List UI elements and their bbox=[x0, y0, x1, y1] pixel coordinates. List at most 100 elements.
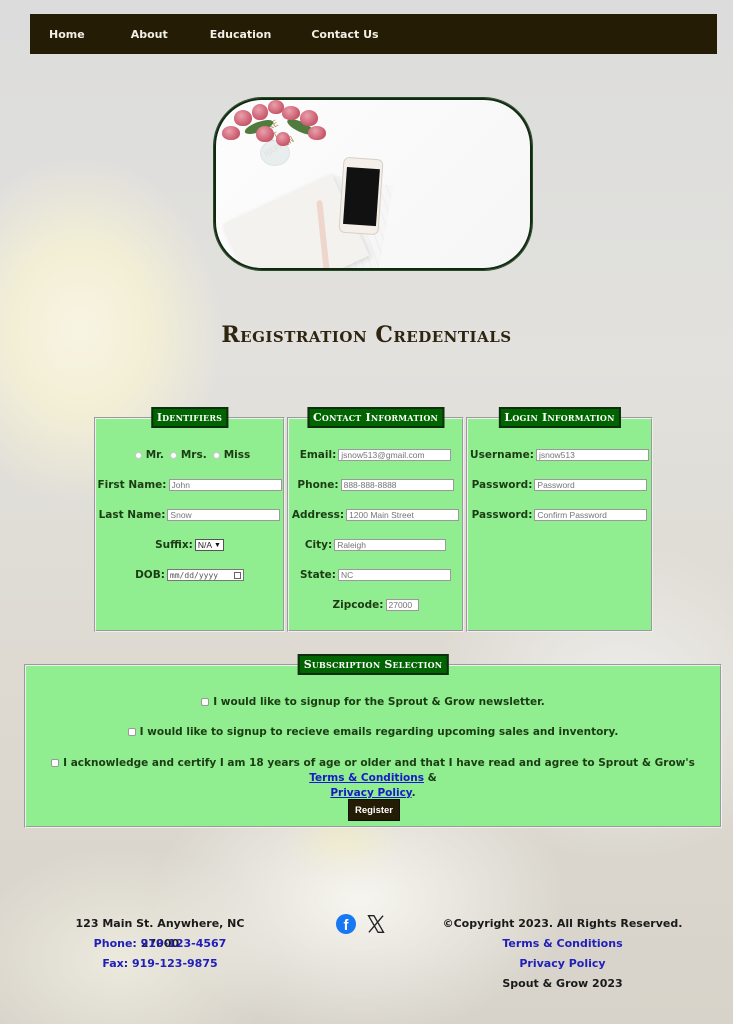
login-panel: Login Information Username: Password: Pa… bbox=[466, 407, 653, 632]
hero-image: MAKEITHAPPEN bbox=[214, 98, 532, 270]
city-row: City: bbox=[289, 539, 462, 551]
subscription-legend: Subscription Selection bbox=[297, 654, 449, 675]
zipcode-label: Zipcode: bbox=[332, 599, 384, 611]
state-input[interactable] bbox=[338, 569, 451, 581]
first-name-row: First Name: bbox=[96, 479, 283, 491]
nav-education[interactable]: Education bbox=[210, 28, 272, 41]
radio-mr-label: Mr. bbox=[145, 449, 164, 461]
email-row: Email: bbox=[289, 449, 462, 461]
phone-label: Phone: bbox=[297, 479, 339, 491]
dob-label: DOB: bbox=[135, 569, 165, 581]
identifiers-panel: Identifiers Mr. Mrs. Miss First Name: La… bbox=[94, 407, 285, 632]
nav-home[interactable]: Home bbox=[49, 28, 85, 41]
footer-phone-link[interactable]: Phone: 919-123-4567 bbox=[55, 934, 265, 954]
tulip-bouquet bbox=[216, 100, 336, 170]
phone-input[interactable] bbox=[340, 479, 454, 491]
address-label: Address: bbox=[291, 509, 345, 521]
terms-link[interactable]: Terms & Conditions bbox=[309, 772, 424, 784]
contact-legend: Contact Information bbox=[306, 407, 445, 428]
footer-privacy-link[interactable]: Privacy Policy bbox=[440, 954, 685, 974]
footer-contact: 123 Main St. Anywhere, NC 27000 Phone: 9… bbox=[55, 914, 265, 974]
email-label: Email: bbox=[299, 449, 337, 461]
newsletter-row: I would like to signup for the Sprout & … bbox=[26, 696, 720, 708]
radio-mr[interactable] bbox=[134, 451, 142, 459]
chevron-down-icon: ▼ bbox=[213, 541, 221, 549]
contact-panel: Contact Information Email: Phone: Addres… bbox=[287, 407, 464, 632]
first-name-label: First Name: bbox=[97, 479, 167, 491]
password-row: Password: bbox=[468, 479, 651, 491]
register-button[interactable]: Register bbox=[348, 799, 400, 821]
suffix-row: Suffix: N/A ▼ bbox=[96, 539, 283, 551]
username-label: Username: bbox=[470, 449, 534, 461]
dob-input[interactable]: mm/dd/yyyy bbox=[166, 569, 244, 581]
radio-mrs-label: Mrs. bbox=[180, 449, 207, 461]
privacy-link[interactable]: Privacy Policy bbox=[330, 787, 411, 799]
confirm-password-label: Password: bbox=[471, 509, 533, 521]
acknowledge-row: I acknowledge and certify I am 18 years … bbox=[26, 756, 720, 801]
identifiers-legend: Identifiers bbox=[150, 407, 229, 428]
footer-fax-link[interactable]: Fax: 919-123-9875 bbox=[55, 954, 265, 974]
nav-contact-us[interactable]: Contact Us bbox=[311, 28, 378, 41]
dob-row: DOB: mm/dd/yyyy bbox=[96, 569, 283, 581]
facebook-icon[interactable]: f bbox=[336, 914, 356, 934]
address-row: Address: bbox=[289, 509, 462, 521]
city-input[interactable] bbox=[334, 539, 447, 551]
page-title: Registration Credentials bbox=[221, 322, 512, 348]
email-input[interactable] bbox=[338, 449, 452, 461]
state-label: State: bbox=[299, 569, 336, 581]
suffix-label: Suffix: bbox=[155, 539, 193, 551]
footer-address: 123 Main St. Anywhere, NC 27000 bbox=[75, 917, 245, 950]
tulip bbox=[308, 126, 326, 140]
ampersand: & bbox=[427, 772, 437, 784]
address-input[interactable] bbox=[346, 509, 460, 521]
confirm-password-input[interactable] bbox=[534, 509, 648, 521]
confirm-password-row: Password: bbox=[468, 509, 651, 521]
tulip bbox=[300, 110, 318, 126]
dob-placeholder: mm/dd/yyyy bbox=[169, 570, 219, 580]
sales-emails-row: I would like to signup to recieve emails… bbox=[26, 726, 720, 738]
footer-brand: Spout & Grow 2023 bbox=[502, 977, 623, 990]
sales-emails-label: I would like to signup to recieve emails… bbox=[139, 726, 619, 738]
phone-screen bbox=[343, 166, 380, 227]
radio-miss[interactable] bbox=[212, 451, 220, 459]
username-row: Username: bbox=[468, 449, 651, 461]
social-links: f bbox=[336, 913, 386, 935]
phone-row: Phone: bbox=[289, 479, 462, 491]
phone bbox=[338, 156, 384, 236]
tulip bbox=[252, 104, 268, 120]
tulip bbox=[256, 126, 274, 142]
last-name-label: Last Name: bbox=[98, 509, 166, 521]
footer-legal: ©Copyright 2023. All Rights Reserved. Te… bbox=[440, 914, 685, 994]
calendar-icon[interactable] bbox=[233, 571, 241, 579]
suffix-selected-value: N/A bbox=[197, 540, 212, 550]
acknowledge-label: I acknowledge and certify I am 18 years … bbox=[63, 757, 695, 769]
city-label: City: bbox=[304, 539, 333, 551]
tulip bbox=[276, 132, 290, 146]
password-label: Password: bbox=[471, 479, 533, 491]
radio-mrs[interactable] bbox=[169, 451, 177, 459]
tulip bbox=[234, 110, 252, 126]
tulip bbox=[282, 106, 300, 120]
username-input[interactable] bbox=[535, 449, 649, 461]
last-name-input[interactable] bbox=[167, 509, 281, 521]
password-input[interactable] bbox=[534, 479, 648, 491]
sales-emails-checkbox[interactable] bbox=[127, 728, 136, 736]
last-name-row: Last Name: bbox=[96, 509, 283, 521]
zipcode-input[interactable] bbox=[385, 599, 419, 611]
radio-miss-label: Miss bbox=[223, 449, 251, 461]
zipcode-row: Zipcode: bbox=[289, 599, 462, 611]
title-radio-group: Mr. Mrs. Miss bbox=[96, 449, 283, 461]
period: . bbox=[411, 787, 416, 799]
suffix-select[interactable]: N/A ▼ bbox=[194, 539, 224, 551]
nav-about[interactable]: About bbox=[131, 28, 168, 41]
login-legend: Login Information bbox=[498, 407, 621, 428]
state-row: State: bbox=[289, 569, 462, 581]
footer-terms-link[interactable]: Terms & Conditions bbox=[440, 934, 685, 954]
newsletter-checkbox[interactable] bbox=[201, 698, 210, 706]
x-twitter-icon[interactable] bbox=[366, 913, 386, 935]
footer-copyright: ©Copyright 2023. All Rights Reserved. bbox=[442, 917, 683, 930]
first-name-input[interactable] bbox=[168, 479, 282, 491]
newsletter-label: I would like to signup for the Sprout & … bbox=[213, 696, 545, 708]
acknowledge-checkbox[interactable] bbox=[51, 759, 60, 767]
tulip bbox=[222, 126, 240, 140]
